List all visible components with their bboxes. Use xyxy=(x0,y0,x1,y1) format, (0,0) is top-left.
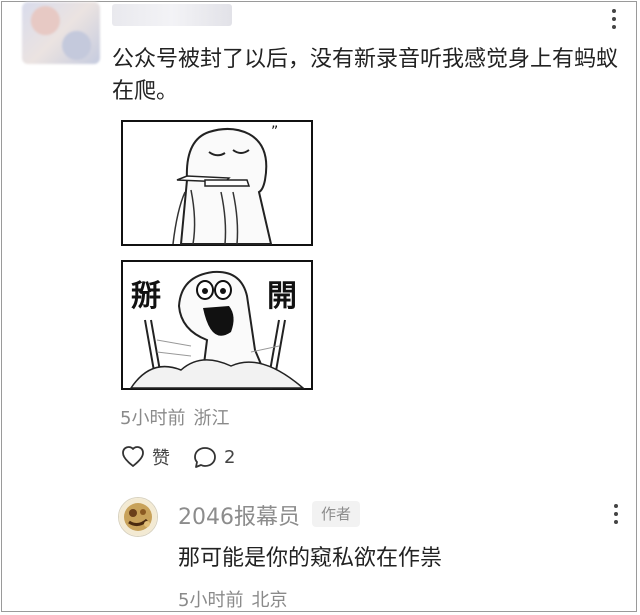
like-label: 赞 xyxy=(152,448,170,469)
reply-button[interactable]: 2 xyxy=(192,445,235,469)
comic-quote-mark: ” xyxy=(271,124,278,140)
reply-username[interactable]: 2046报幕员 xyxy=(178,499,300,531)
like-button[interactable]: 赞 xyxy=(120,444,170,470)
author-badge: 作者 xyxy=(312,501,360,527)
reply-meta: 5小时前 北京 xyxy=(178,586,287,612)
comic-image[interactable]: ” 掰 開 xyxy=(121,120,313,390)
more-vertical-icon[interactable] xyxy=(606,502,626,526)
reply-avatar[interactable] xyxy=(118,497,158,537)
comment-meta: 5小时前 浙江 xyxy=(120,404,229,430)
avatar[interactable] xyxy=(22,2,100,64)
reply-time: 5小时前 xyxy=(178,590,244,611)
reply-location: 北京 xyxy=(251,590,288,611)
comment-location: 浙江 xyxy=(193,408,230,429)
username-redacted[interactable] xyxy=(112,4,232,26)
comment-text: 公众号被封了以后，没有新录音听我感觉身上有蚂蚁在爬。 xyxy=(112,47,619,104)
comic-text-right: 開 xyxy=(267,279,297,314)
comment-bubble-icon xyxy=(194,447,216,468)
comic-text-left: 掰 xyxy=(131,279,161,314)
comment-time: 5小时前 xyxy=(120,408,186,429)
thumb-up-icon xyxy=(122,446,144,467)
more-vertical-icon[interactable] xyxy=(604,4,624,34)
reply-text: 那可能是你的窥私欲在作祟 xyxy=(178,546,443,571)
comment-actions: 赞 2 xyxy=(120,442,235,472)
reply-count: 2 xyxy=(224,446,236,468)
